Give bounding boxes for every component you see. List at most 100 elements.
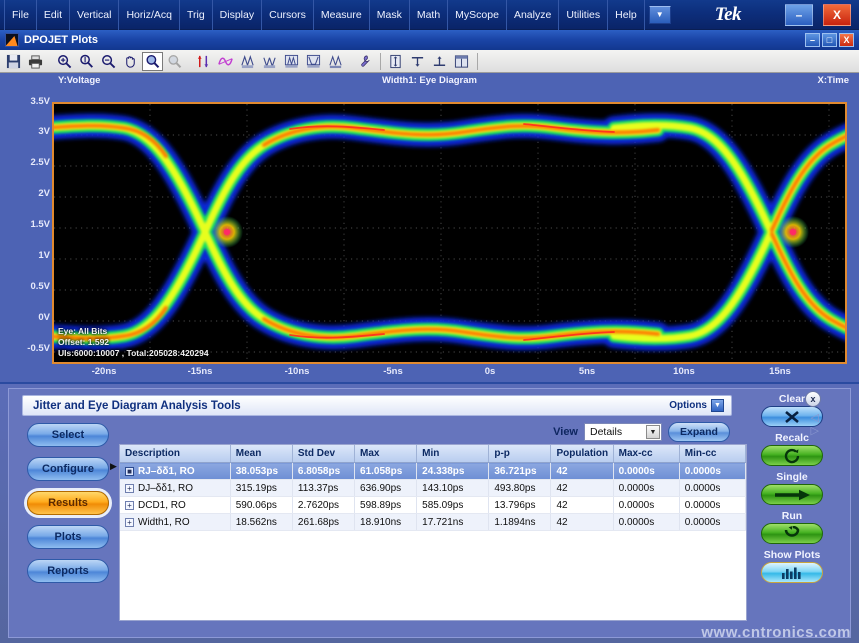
table-row[interactable]: + Width1, RO 18.562ns 261.68ps 18.910ns …	[120, 514, 746, 531]
column-header-description[interactable]: Description	[120, 445, 230, 463]
panel-close-button[interactable]: x	[805, 391, 821, 407]
cell-mean: 590.06ps	[230, 497, 292, 514]
column-header-std-dev[interactable]: Std Dev	[292, 445, 354, 463]
layout-icon[interactable]	[451, 52, 472, 71]
plot-grid-icon[interactable]	[281, 52, 302, 71]
cell-pp: 493.80ps	[489, 480, 551, 497]
nav-button-reports[interactable]: Reports	[27, 559, 109, 583]
table-row[interactable]: + DCD1, RO 590.06ps 2.7620ps 598.89ps 58…	[120, 497, 746, 514]
x-icon	[779, 410, 805, 424]
row-expander-icon[interactable]: +	[125, 501, 134, 510]
save-icon[interactable]	[3, 52, 24, 71]
plot-title: Width1: Eye Diagram	[0, 75, 859, 86]
nav-button-results[interactable]: Results	[27, 491, 109, 515]
overlay-line-eye: Eye: All Bits	[58, 326, 209, 337]
menu-item-horiz-acq[interactable]: Horiz/Acq	[119, 0, 180, 30]
cell-std-dev: 2.7620ps	[292, 497, 354, 514]
expand-button[interactable]: Expand	[668, 422, 730, 442]
nav-prev-icon[interactable]: ◁	[811, 413, 819, 424]
chevron-down-icon[interactable]: ▼	[649, 6, 671, 24]
chevron-down-icon[interactable]: ▼	[711, 399, 724, 412]
menu-item-utilities[interactable]: Utilities	[559, 0, 608, 30]
plot-spectrum-icon[interactable]	[325, 52, 346, 71]
results-table-container[interactable]: Description Mean Std Dev Max Min p-p Pop…	[119, 444, 747, 621]
menu-item-math[interactable]: Math	[410, 0, 448, 30]
row-expander-icon[interactable]: ■	[125, 467, 134, 476]
options-control[interactable]: Options ▼	[669, 399, 724, 412]
zoom-in-icon[interactable]	[54, 52, 75, 71]
column-header-pp[interactable]: p-p	[489, 445, 551, 463]
show-plots-button[interactable]	[761, 562, 823, 583]
recalc-button[interactable]	[761, 445, 823, 466]
view-mode-dropdown[interactable]: Details ▼	[584, 423, 662, 441]
settings-wrench-icon[interactable]	[354, 52, 375, 71]
histogram-right-icon[interactable]	[259, 52, 280, 71]
cell-std-dev: 113.37ps	[292, 480, 354, 497]
view-controls: View Details ▼ Expand	[553, 422, 730, 442]
action-button-column: Clear Recalc Single	[744, 393, 840, 588]
zoom-select-icon[interactable]	[142, 52, 163, 71]
vertical-scale-icon[interactable]	[385, 52, 406, 71]
menu-item-measure[interactable]: Measure	[314, 0, 370, 30]
menu-item-help[interactable]: Help	[608, 0, 645, 30]
y-tick-1.5v: 1.5V	[4, 219, 50, 230]
nav-button-plots[interactable]: Plots	[27, 525, 109, 549]
scope-close-button[interactable]: X	[823, 4, 851, 26]
cursor-vert-icon[interactable]	[193, 52, 214, 71]
plots-close-button[interactable]: X	[839, 33, 854, 47]
cell-std-dev: 6.8058ps	[292, 463, 354, 480]
table-row[interactable]: + DJ–δδ1, RO 315.19ps 113.37ps 636.90ps …	[120, 480, 746, 497]
menu-item-display[interactable]: Display	[213, 0, 262, 30]
cell-population: 42	[551, 463, 613, 480]
table-row[interactable]: ■ RJ–δδ1, RO 38.053ps 6.8058ps 61.058ps …	[120, 463, 746, 480]
plots-toolbar	[0, 50, 859, 73]
single-button-label: Single	[776, 471, 808, 483]
panel-nav-arrows: ◁ ▷	[811, 413, 819, 437]
menu-item-edit[interactable]: Edit	[37, 0, 70, 30]
plots-maximize-button[interactable]: □	[822, 33, 837, 47]
zoom-vertical-icon[interactable]	[76, 52, 97, 71]
row-expander-icon[interactable]: +	[125, 484, 134, 493]
menu-item-analyze[interactable]: Analyze	[507, 0, 559, 30]
menu-item-trig[interactable]: Trig	[180, 0, 213, 30]
column-header-population[interactable]: Population	[551, 445, 613, 463]
column-header-max[interactable]: Max	[355, 445, 417, 463]
nav-button-select[interactable]: Select	[27, 423, 109, 447]
print-icon[interactable]	[25, 52, 46, 71]
zoom-reset-icon[interactable]	[164, 52, 185, 71]
column-header-mean[interactable]: Mean	[230, 445, 292, 463]
x-tick-15ns: 15ns	[769, 366, 791, 377]
view-label: View	[553, 426, 578, 438]
chevron-down-icon[interactable]: ▼	[646, 425, 660, 439]
align-top-icon[interactable]	[407, 52, 428, 71]
single-button[interactable]	[761, 484, 823, 505]
menu-item-cursors[interactable]: Cursors	[262, 0, 314, 30]
menu-item-myscope[interactable]: MyScope	[448, 0, 507, 30]
menu-item-vertical[interactable]: Vertical	[70, 0, 119, 30]
nav-next-icon[interactable]: ▷	[811, 426, 819, 437]
column-header-min-cc[interactable]: Min-cc	[679, 445, 745, 463]
cell-min-cc: 0.0000s	[679, 497, 745, 514]
column-header-min[interactable]: Min	[417, 445, 489, 463]
run-button[interactable]	[761, 523, 823, 544]
eye-diagram-canvas[interactable]: Eye: All Bits Offset: 1.592 UIs:6000:100…	[52, 102, 847, 364]
zoom-out-icon[interactable]	[98, 52, 119, 71]
cell-mean: 38.053ps	[230, 463, 292, 480]
pan-hand-icon[interactable]	[120, 52, 141, 71]
align-bottom-icon[interactable]	[429, 52, 450, 71]
eye-diagram-graphics	[54, 104, 845, 362]
histogram-left-icon[interactable]	[237, 52, 258, 71]
column-header-max-cc[interactable]: Max-cc	[613, 445, 679, 463]
x-tick--10ns: -10ns	[285, 366, 310, 377]
plot-bathtub-icon[interactable]	[303, 52, 324, 71]
show-plots-button-label: Show Plots	[764, 549, 821, 561]
waveform-icon[interactable]	[215, 52, 236, 71]
menu-item-file[interactable]: File	[4, 0, 37, 30]
nav-button-configure[interactable]: Configure	[27, 457, 109, 481]
cell-max-cc: 0.0000s	[613, 463, 679, 480]
row-expander-icon[interactable]: +	[125, 518, 134, 527]
menu-item-mask[interactable]: Mask	[370, 0, 410, 30]
plots-minimize-button[interactable]: –	[805, 33, 820, 47]
results-table: Description Mean Std Dev Max Min p-p Pop…	[120, 445, 746, 531]
scope-minimize-button[interactable]: –	[785, 4, 813, 26]
